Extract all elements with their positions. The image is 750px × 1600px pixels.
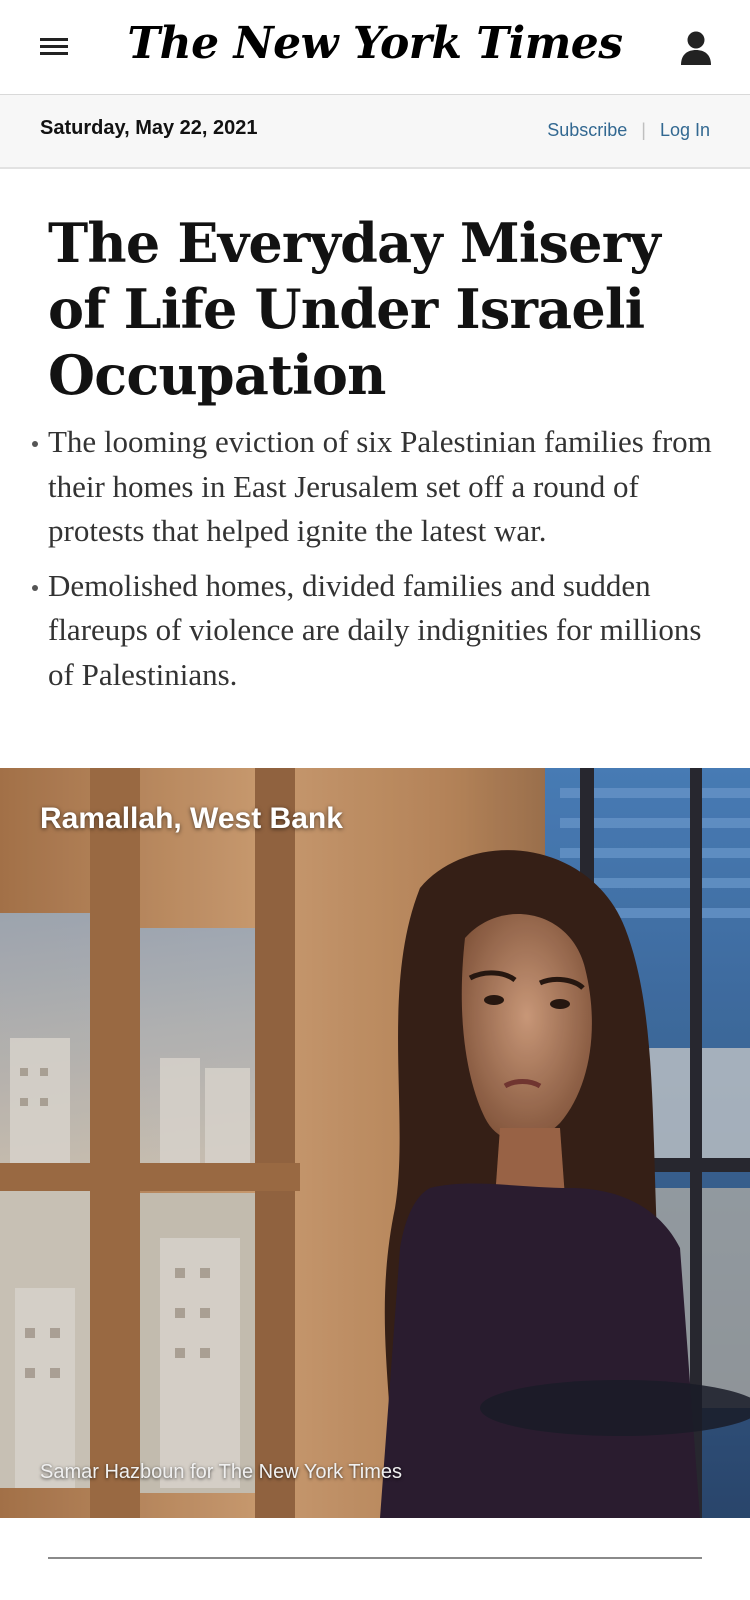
summary-item: The looming eviction of six Palestinian … [28,420,718,554]
summary-item: Demolished homes, divided families and s… [28,564,718,698]
photo-illustration [0,768,750,1518]
photo-dateline: Ramallah, West Bank [40,802,343,835]
bullet-icon [32,584,38,591]
top-header: The New York Times [0,0,750,95]
date-bar: Saturday, May 22, 2021 Subscribe | Log I… [0,95,750,169]
article-summary: The looming eviction of six Palestinian … [28,420,718,707]
bullet-icon [32,441,38,447]
photo-credit: Samar Hazboun for The New York Times [40,1461,403,1483]
user-account-icon[interactable] [680,30,712,66]
section-divider [48,1557,702,1559]
summary-text: The looming eviction of six Palestinian … [48,424,712,548]
article-headline: The Everyday Misery of Life Under Israel… [48,211,661,407]
subscribe-link[interactable]: Subscribe [547,120,627,141]
login-link[interactable]: Log In [660,120,710,141]
site-logo[interactable]: The New York Times [0,18,750,69]
hero-photo[interactable]: Ramallah, West Bank Samar Hazboun for Th… [0,768,750,1518]
current-date: Saturday, May 22, 2021 [40,117,258,139]
account-links: Subscribe | Log In [547,120,710,141]
summary-text: Demolished homes, divided families and s… [48,567,702,692]
link-separator: | [641,120,646,140]
